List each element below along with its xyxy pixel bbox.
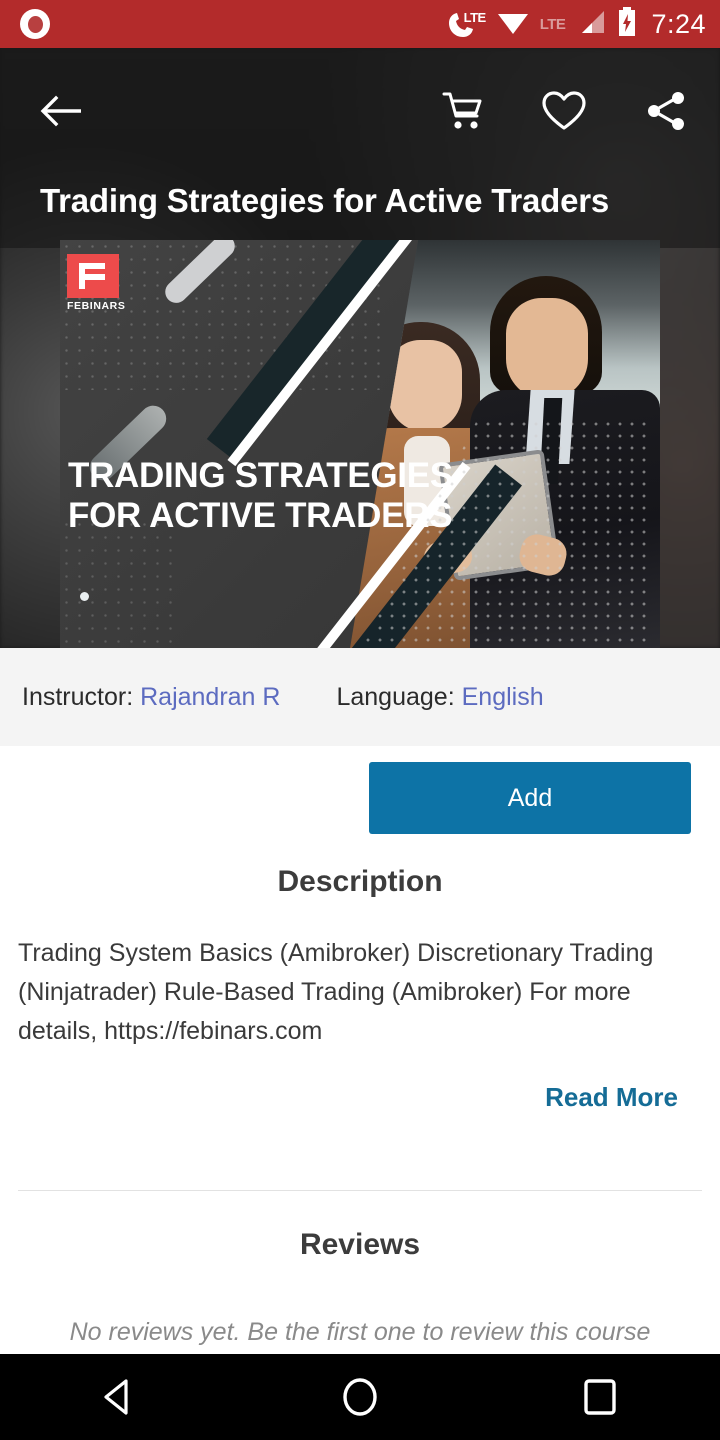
course-meta-bar: Instructor: Rajandran R Language: Englis… [0, 648, 720, 746]
shopping-cart-icon[interactable] [434, 83, 490, 139]
wifi-icon [497, 9, 529, 40]
febinars-logo-text: FEBINARS [67, 300, 126, 312]
heart-icon[interactable] [536, 83, 592, 139]
banner-dot-pattern-left [60, 518, 180, 648]
android-navigation-bar [0, 1354, 720, 1440]
page-title: Trading Strategies for Active Traders [40, 182, 610, 219]
app-bar: Trading Strategies for Active Traders [0, 48, 720, 248]
status-bar-clock: 7:24 [651, 8, 706, 39]
course-banner-image: FEBINARS TRADING STRATEGIES FOR ACTIVE T… [60, 240, 660, 648]
status-bar: LTE LTE 7:24 [0, 0, 720, 48]
status-bar-left [20, 9, 50, 39]
nav-recents-square-icon[interactable] [545, 1354, 655, 1440]
language-label: Language: [336, 682, 455, 711]
main-content: Add Description Trading System Basics (A… [0, 746, 720, 1354]
app-bar-right-actions [434, 83, 694, 139]
nav-home-circle-icon[interactable] [305, 1354, 415, 1440]
app-bar-actions [0, 76, 720, 146]
add-to-cart-button[interactable]: Add [369, 762, 691, 834]
banner-accent-dot [80, 592, 89, 601]
no-reviews-text: No reviews yet. Be the first one to revi… [69, 1318, 651, 1346]
photo-man-face [506, 298, 588, 400]
language-link[interactable]: English [462, 683, 544, 711]
share-icon[interactable] [638, 83, 694, 139]
header-region: Trading Strategies for Active Traders FE… [0, 48, 720, 648]
description-text: Trading System Basics (Amibroker) Discre… [18, 939, 654, 1045]
lte-label: LTE [463, 10, 487, 25]
language-meta: Language: English [336, 683, 543, 712]
battery-charging-icon [617, 6, 637, 42]
record-icon [20, 9, 50, 39]
instructor-meta: Instructor: Rajandran R [22, 683, 280, 712]
nav-back-triangle-icon[interactable] [65, 1354, 175, 1440]
lte-secondary-label: LTE [539, 15, 566, 33]
status-bar-right: LTE LTE 7:24 [446, 6, 706, 42]
read-more-link[interactable]: Read More [545, 1082, 678, 1113]
back-arrow-icon[interactable] [34, 83, 90, 139]
instructor-link[interactable]: Rajandran R [140, 683, 280, 711]
banner-heading: TRADING STRATEGIES FOR ACTIVE TRADERS [68, 456, 453, 535]
signal-bars-icon [576, 9, 606, 40]
phone-lte-icon: LTE [446, 9, 486, 39]
section-divider [18, 1190, 702, 1191]
instructor-label: Instructor: [22, 682, 134, 711]
febinars-logo: FEBINARS [67, 254, 125, 312]
febinars-flag-icon [67, 254, 119, 298]
description-heading: Description [277, 865, 443, 898]
reviews-heading: Reviews [299, 1228, 421, 1261]
